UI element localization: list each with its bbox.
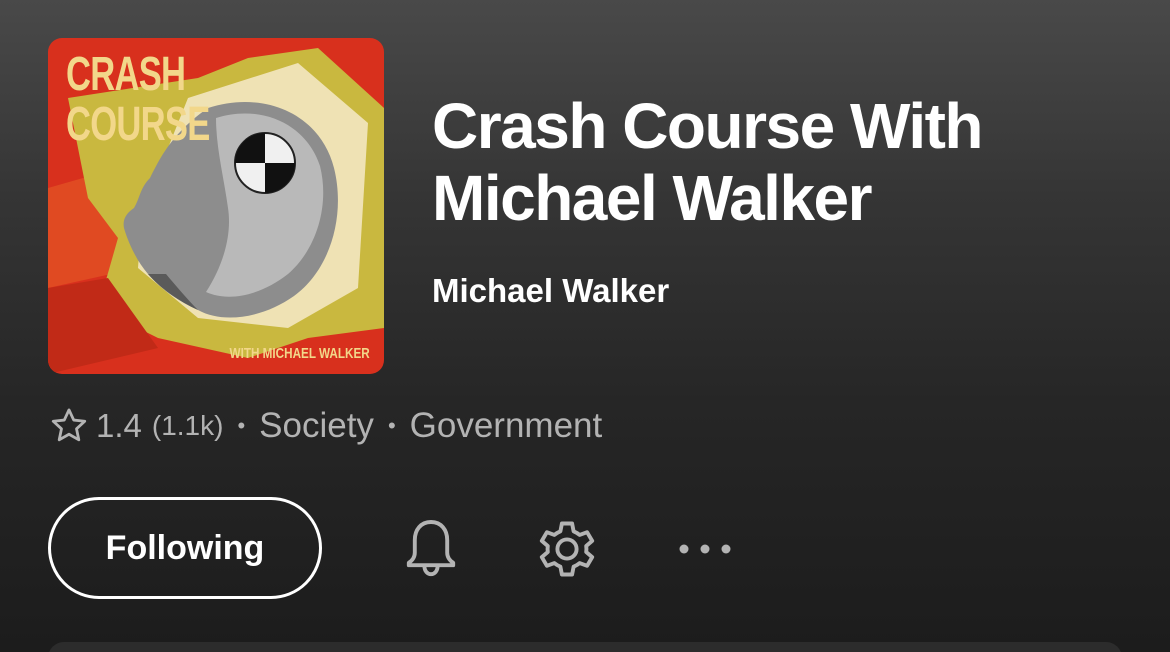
- notifications-button[interactable]: [394, 512, 468, 586]
- more-options-button[interactable]: [668, 512, 742, 586]
- following-button[interactable]: Following: [48, 497, 322, 599]
- more-icon: [679, 544, 731, 554]
- gear-icon: [539, 521, 595, 577]
- rating-count: (1.1k): [151, 410, 224, 441]
- star-icon[interactable]: [48, 405, 90, 447]
- cover-title-text: CRASH COURSE: [66, 48, 210, 151]
- podcast-cover-art: CRASH COURSE WITH MICHAEL WALKER: [48, 38, 384, 374]
- podcast-page: CRASH COURSE WITH MICHAEL WALKER Crash C…: [0, 0, 1170, 652]
- meta-separator: •: [237, 413, 246, 438]
- podcast-title: Crash Course With Michael Walker: [432, 90, 984, 234]
- meta-separator: •: [387, 413, 396, 438]
- bell-icon: [406, 520, 456, 577]
- category-government[interactable]: Government: [410, 406, 603, 446]
- category-society[interactable]: Society: [259, 406, 374, 446]
- publisher-link[interactable]: Michael Walker: [432, 272, 669, 310]
- settings-button[interactable]: [530, 512, 604, 586]
- rating-value: 1.4: [96, 407, 142, 444]
- content-card-top-edge: [48, 642, 1122, 652]
- cover-subtitle-text: WITH MICHAEL WALKER: [229, 345, 370, 362]
- podcast-meta-row: 1.4 (1.1k) • Society • Government: [48, 404, 602, 448]
